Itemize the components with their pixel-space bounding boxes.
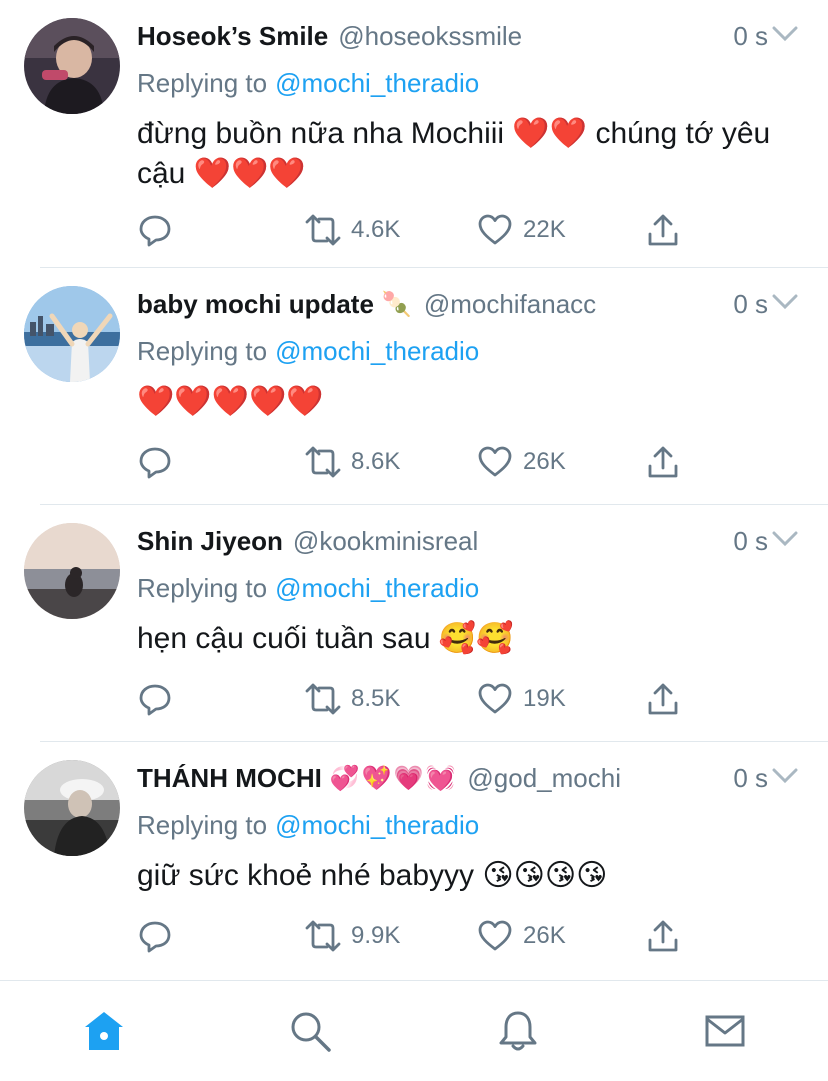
like-count: 22K <box>523 216 566 243</box>
tweet[interactable]: THÁNH MOCHI 💞💖💗💓 @god_mochi 0 s Replying… <box>0 742 828 979</box>
like-count: 19K <box>523 685 566 712</box>
display-name[interactable]: THÁNH MOCHI <box>137 763 322 794</box>
tab-bar <box>0 980 828 1081</box>
heart-icon <box>478 214 512 245</box>
retweet-button[interactable]: 8.6K <box>305 442 400 482</box>
share-button[interactable] <box>645 679 681 719</box>
tab-home[interactable] <box>82 1009 126 1053</box>
reply-icon <box>139 215 171 247</box>
tab-notifications[interactable] <box>496 1009 540 1053</box>
reply-button[interactable] <box>137 916 183 956</box>
retweet-count: 8.5K <box>351 685 401 712</box>
share-icon <box>648 446 678 478</box>
replying-to: Replying to @mochi_theradio <box>137 336 479 367</box>
retweet-icon <box>305 446 341 478</box>
like-button[interactable]: 26K <box>477 442 566 482</box>
heart-icon <box>478 920 512 951</box>
reply-button[interactable] <box>137 679 183 719</box>
messages-icon <box>705 1015 745 1047</box>
user-handle[interactable]: @mochifanacc <box>424 289 596 320</box>
chevron-down-icon[interactable] <box>772 766 798 786</box>
tweet-text: ❤️❤️❤️❤️❤️ <box>137 385 324 418</box>
timestamp: 0 s <box>733 289 768 319</box>
retweet-button[interactable]: 9.9K <box>305 916 400 956</box>
mention-link[interactable]: @mochi_theradio <box>275 68 479 98</box>
heart-icon <box>478 446 512 477</box>
tweet-text: hẹn cậu cuối tuần sau 🥰🥰 <box>137 622 514 655</box>
avatar[interactable] <box>24 18 120 114</box>
timestamp: 0 s <box>733 763 768 793</box>
tweet-text: giữ sức khoẻ nhé babyyy 😘😘😘😘 <box>137 859 608 892</box>
tweet-actions: 4.6K 22K <box>137 210 697 250</box>
tweet-actions: 8.5K 19K <box>137 679 697 719</box>
tweet[interactable]: Hoseok’s Smile @hoseokssmile 0 s Replyin… <box>0 0 828 268</box>
replying-to: Replying to @mochi_theradio <box>137 810 479 841</box>
notifications-icon <box>499 1011 537 1051</box>
replying-to: Replying to @mochi_theradio <box>137 68 479 99</box>
reply-icon <box>139 684 171 716</box>
avatar[interactable] <box>24 760 120 856</box>
tweet-text: đừng buồn nữa nha Mochiii ❤️❤️ chúng tớ … <box>137 117 771 190</box>
like-count: 26K <box>523 448 566 475</box>
tweet[interactable]: baby mochi update 🍡 @mochifanacc 0 s Rep… <box>0 268 828 505</box>
tab-search[interactable] <box>288 1009 332 1053</box>
tweet[interactable]: Shin Jiyeon @kookminisreal 0 s Replying … <box>0 505 828 742</box>
like-button[interactable]: 22K <box>477 210 566 250</box>
reply-icon <box>139 921 171 953</box>
reply-button[interactable] <box>137 210 183 250</box>
timeline: Hoseok’s Smile @hoseokssmile 0 s Replyin… <box>0 0 828 979</box>
like-count: 26K <box>523 922 566 949</box>
like-button[interactable]: 19K <box>477 679 566 719</box>
chevron-down-icon[interactable] <box>772 292 798 312</box>
display-name[interactable]: Shin Jiyeon <box>137 526 283 557</box>
reply-icon <box>139 447 171 479</box>
user-handle[interactable]: @kookminisreal <box>293 526 478 557</box>
user-handle[interactable]: @god_mochi <box>467 763 621 794</box>
retweet-count: 8.6K <box>351 448 401 475</box>
like-button[interactable]: 26K <box>477 916 566 956</box>
heart-icon <box>478 683 512 714</box>
replying-label: Replying to <box>137 336 268 366</box>
tab-messages[interactable] <box>703 1009 747 1053</box>
search-icon <box>291 1012 331 1052</box>
mention-link[interactable]: @mochi_theradio <box>275 810 479 840</box>
replying-label: Replying to <box>137 810 268 840</box>
retweet-button[interactable]: 4.6K <box>305 210 400 250</box>
chevron-down-icon[interactable] <box>772 529 798 549</box>
avatar[interactable] <box>24 286 120 382</box>
name-emoji: 💞💖💗💓 <box>329 764 458 792</box>
avatar[interactable] <box>24 523 120 619</box>
reply-button[interactable] <box>137 442 183 482</box>
share-icon <box>648 920 678 952</box>
share-icon <box>648 214 678 246</box>
retweet-icon <box>305 683 341 715</box>
share-icon <box>648 683 678 715</box>
replying-to: Replying to @mochi_theradio <box>137 573 479 604</box>
timestamp: 0 s <box>733 526 768 556</box>
name-emoji: 🍡 <box>381 290 414 318</box>
retweet-icon <box>305 214 341 246</box>
retweet-count: 9.9K <box>351 922 401 949</box>
share-button[interactable] <box>645 210 681 250</box>
home-icon <box>85 1012 123 1050</box>
chevron-down-icon[interactable] <box>772 24 798 44</box>
tweet-actions: 8.6K 26K <box>137 442 697 482</box>
user-handle[interactable]: @hoseokssmile <box>338 21 522 52</box>
share-button[interactable] <box>645 442 681 482</box>
tweet-actions: 9.9K 26K <box>137 916 697 956</box>
display-name[interactable]: baby mochi update <box>137 289 374 320</box>
retweet-button[interactable]: 8.5K <box>305 679 400 719</box>
display-name[interactable]: Hoseok’s Smile <box>137 21 328 52</box>
timestamp: 0 s <box>733 21 768 51</box>
retweet-count: 4.6K <box>351 216 401 243</box>
mention-link[interactable]: @mochi_theradio <box>275 573 479 603</box>
mention-link[interactable]: @mochi_theradio <box>275 336 479 366</box>
retweet-icon <box>305 920 341 952</box>
replying-label: Replying to <box>137 68 268 98</box>
share-button[interactable] <box>645 916 681 956</box>
replying-label: Replying to <box>137 573 268 603</box>
